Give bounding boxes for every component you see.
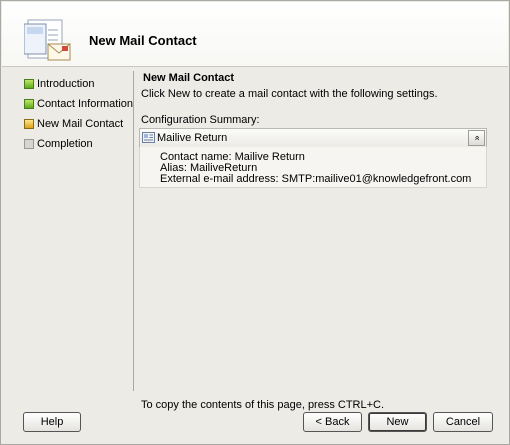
summary-title: Mailive Return (157, 132, 228, 144)
nav-step-label: Contact Information (37, 98, 133, 110)
step-pending-icon (24, 139, 34, 149)
nav-step-contact-information: Contact Information (23, 98, 133, 118)
collapse-chevron-icon: » (471, 135, 482, 141)
nav-step-new-mail-contact: New Mail Contact (23, 118, 129, 138)
page-description: Click New to create a mail contact with … (141, 88, 438, 100)
step-current-icon (24, 119, 34, 129)
nav-step-completion: Completion (23, 138, 129, 158)
step-complete-icon (24, 79, 34, 89)
mail-contact-icon (24, 19, 71, 61)
help-button[interactable]: Help (23, 412, 81, 432)
step-complete-icon (24, 99, 34, 109)
nav-step-introduction: Introduction (23, 78, 129, 98)
nav-step-label: Completion (37, 138, 93, 150)
cancel-button[interactable]: Cancel (433, 412, 493, 432)
wizard-steps: Introduction Contact Information New Mai… (23, 78, 133, 158)
summary-details: Contact name: Mailive Return Alias: Mail… (139, 147, 487, 188)
contact-card-icon (142, 132, 155, 143)
detail-external-email: External e-mail address: SMTP:mailive01@… (160, 173, 472, 185)
wizard-header: New Mail Contact (2, 2, 508, 66)
summary-header[interactable]: Mailive Return » (139, 128, 487, 148)
configuration-summary-label: Configuration Summary: (141, 114, 260, 126)
wizard-title: New Mail Contact (89, 33, 197, 48)
header-divider (2, 66, 508, 67)
page-title: New Mail Contact (143, 72, 235, 84)
back-button[interactable]: < Back (303, 412, 362, 432)
nav-step-label: Introduction (37, 78, 95, 90)
copy-hint: To copy the contents of this page, press… (141, 399, 385, 411)
nav-divider (133, 71, 134, 391)
wizard-window: New Mail Contact Introduction Contact In… (0, 0, 510, 445)
new-button[interactable]: New (368, 412, 427, 432)
collapse-button[interactable]: » (468, 130, 485, 146)
nav-step-label: New Mail Contact (37, 118, 124, 130)
